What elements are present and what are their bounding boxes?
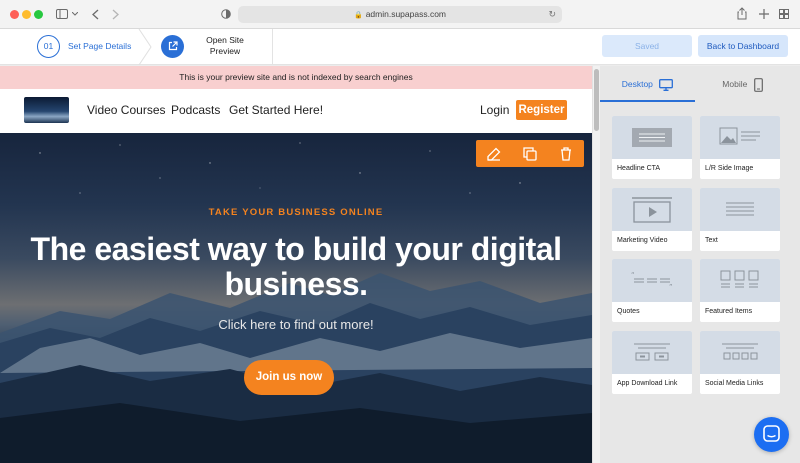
- block-label: Social Media Links: [705, 380, 764, 387]
- headline-cta-thumbnail: [612, 116, 692, 159]
- new-tab-icon[interactable]: [759, 9, 769, 19]
- block-label: Headline CTA: [617, 165, 661, 172]
- back-arrow-icon[interactable]: [92, 9, 99, 20]
- lr-side-image-thumbnail: [700, 116, 780, 159]
- block-text[interactable]: Text: [700, 188, 780, 251]
- site-logo[interactable]: [24, 97, 69, 123]
- block-label: Featured Items: [705, 308, 753, 315]
- site-navbar: Video Courses Podcasts Get Started Here!…: [0, 89, 592, 133]
- browser-toolbar: 🔒 admin.supapass.com ↻: [0, 0, 800, 29]
- login-link[interactable]: Login: [480, 103, 509, 117]
- preview-notice: This is your preview site and is not ind…: [0, 66, 592, 89]
- chat-icon: [763, 425, 780, 442]
- chat-support-button[interactable]: [754, 417, 789, 452]
- duplicate-icon[interactable]: [521, 145, 539, 163]
- svg-text:”: ”: [669, 283, 673, 291]
- open-site-preview-label[interactable]: Open Site Preview: [196, 35, 254, 57]
- block-featured-items[interactable]: Featured Items: [700, 259, 780, 322]
- block-label: App Download Link: [617, 380, 678, 387]
- edit-icon[interactable]: [485, 145, 503, 163]
- block-quotes[interactable]: “” Quotes: [612, 259, 692, 322]
- tab-mobile-label: Mobile: [722, 79, 748, 89]
- register-button[interactable]: Register: [516, 100, 567, 120]
- block-label: Quotes: [617, 308, 640, 315]
- block-social-media-links[interactable]: Social Media Links: [700, 331, 780, 394]
- app-download-thumbnail: [612, 331, 692, 374]
- reload-icon[interactable]: ↻: [548, 6, 556, 23]
- minimize-window-button[interactable]: [22, 10, 31, 19]
- scroll-thumb[interactable]: [594, 69, 599, 131]
- block-label: Marketing Video: [617, 237, 668, 244]
- step-chevron-icon: [138, 29, 152, 65]
- close-window-button[interactable]: [10, 10, 19, 19]
- block-lr-side-image[interactable]: L/R Side Image: [700, 116, 780, 179]
- block-label: Text: [705, 237, 718, 244]
- hero-eyebrow: TAKE YOUR BUSINESS ONLINE: [208, 207, 384, 218]
- step-1-label[interactable]: Set Page Details: [68, 41, 131, 51]
- hero-title: The easiest way to build your digital bu…: [30, 231, 562, 302]
- block-toolbar: [476, 140, 584, 167]
- share-icon[interactable]: [737, 7, 747, 20]
- sidebar-toggle-icon[interactable]: [56, 9, 68, 19]
- saved-button[interactable]: Saved: [602, 35, 692, 57]
- header-divider: [272, 29, 273, 65]
- quotes-thumbnail: “”: [612, 259, 692, 302]
- chevron-down-icon[interactable]: [72, 12, 78, 16]
- block-label: L/R Side Image: [705, 165, 754, 172]
- device-tabs: Desktop Mobile: [600, 66, 800, 102]
- block-app-download-link[interactable]: App Download Link: [612, 331, 692, 394]
- tab-mobile[interactable]: Mobile: [695, 66, 790, 102]
- lock-icon: 🔒: [353, 12, 363, 19]
- text-thumbnail: [700, 188, 780, 231]
- mobile-icon: [753, 77, 763, 92]
- blocks-panel: Desktop Mobile Headline CTA L/R Side Ima…: [600, 66, 800, 463]
- tab-desktop[interactable]: Desktop: [600, 66, 695, 102]
- back-to-dashboard-button[interactable]: Back to Dashboard: [698, 35, 788, 57]
- privacy-shield-icon[interactable]: [221, 9, 231, 19]
- hero-subtitle[interactable]: Click here to find out more!: [0, 317, 592, 332]
- preview-scrollbar[interactable]: [592, 66, 600, 463]
- editor-header: 01 Set Page Details Open Site Preview Sa…: [0, 29, 800, 65]
- marketing-video-thumbnail: [612, 188, 692, 231]
- social-media-thumbnail: [700, 331, 780, 374]
- block-headline-cta[interactable]: Headline CTA: [612, 116, 692, 179]
- open-external-icon[interactable]: [161, 35, 184, 58]
- desktop-icon: [659, 78, 674, 91]
- zoom-window-button[interactable]: [34, 10, 43, 19]
- step-1-number[interactable]: 01: [37, 35, 60, 58]
- delete-icon[interactable]: [557, 145, 575, 163]
- site-preview: This is your preview site and is not ind…: [0, 66, 592, 463]
- featured-items-thumbnail: [700, 259, 780, 302]
- join-us-button[interactable]: Join us now: [244, 360, 334, 395]
- tab-desktop-label: Desktop: [621, 79, 653, 89]
- url-text: admin.supapass.com: [365, 9, 447, 19]
- tab-overview-icon[interactable]: [779, 9, 789, 19]
- nav-link-get-started[interactable]: Get Started Here!: [229, 103, 323, 117]
- svg-text:“: “: [631, 271, 635, 279]
- forward-arrow-icon[interactable]: [112, 9, 119, 20]
- nav-link-podcasts[interactable]: Podcasts: [171, 103, 220, 117]
- nav-link-video-courses[interactable]: Video Courses: [87, 103, 166, 117]
- block-marketing-video[interactable]: Marketing Video: [612, 188, 692, 251]
- hero-section[interactable]: TAKE YOUR BUSINESS ONLINE The easiest wa…: [0, 133, 592, 463]
- address-bar[interactable]: 🔒 admin.supapass.com ↻: [238, 6, 562, 23]
